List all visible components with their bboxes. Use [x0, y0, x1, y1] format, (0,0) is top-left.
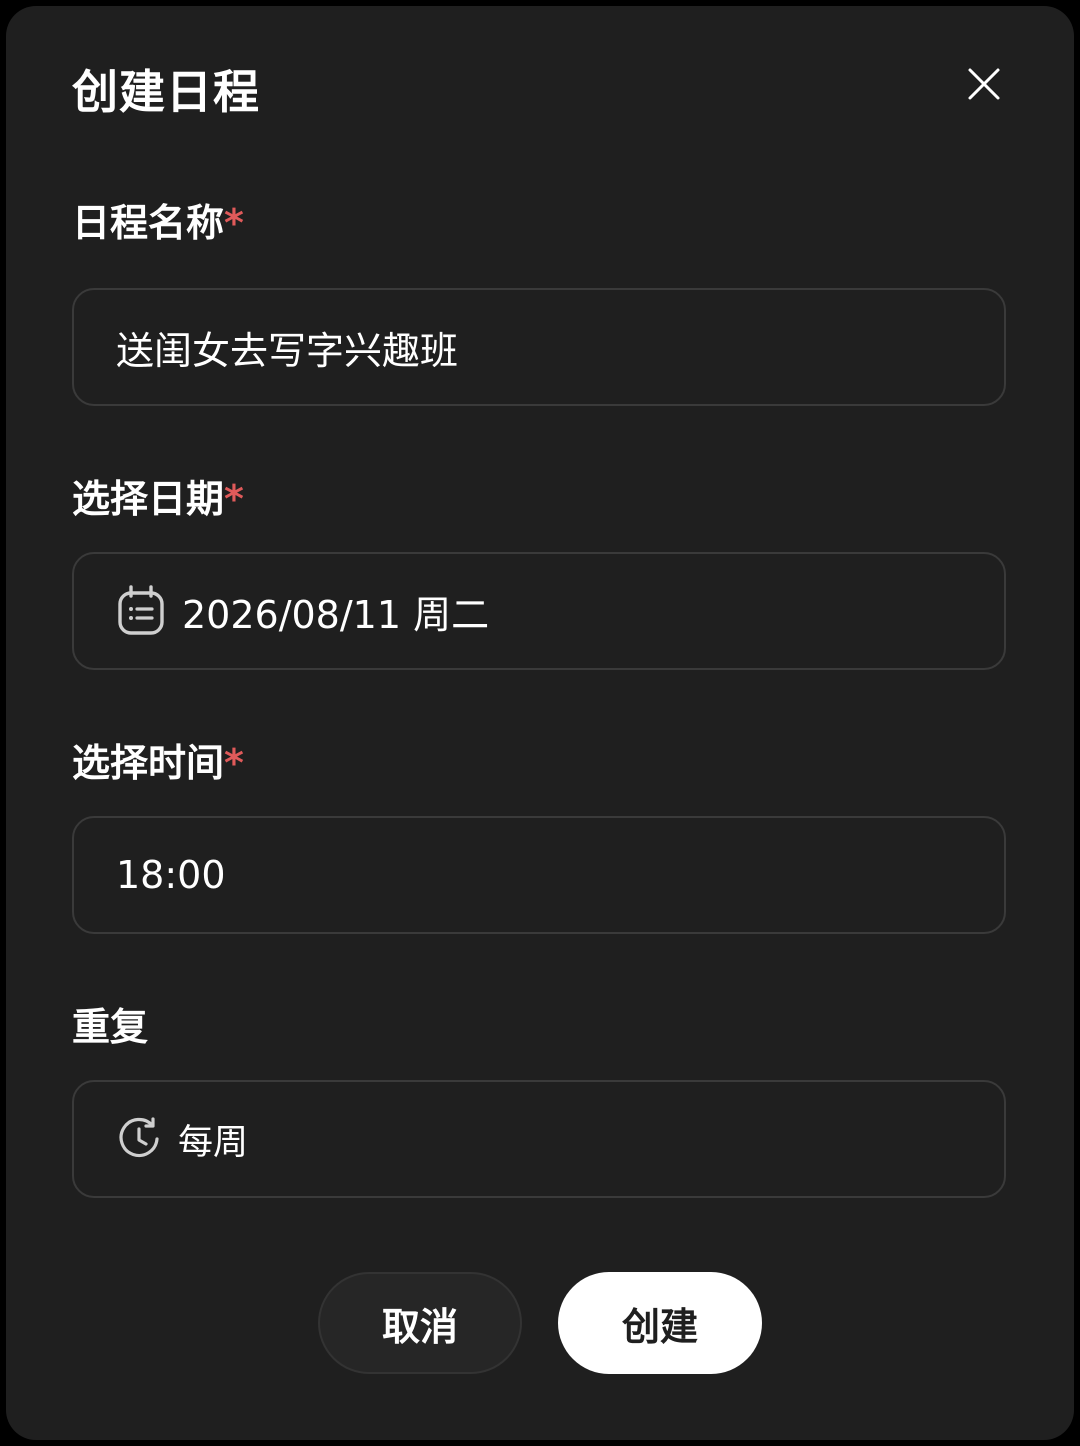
close-icon — [967, 67, 1001, 105]
cancel-button[interactable]: 取消 — [318, 1272, 522, 1374]
date-label: 选择日期* — [72, 474, 244, 524]
create-button[interactable]: 创建 — [558, 1272, 762, 1374]
date-label-text: 选择日期 — [72, 477, 225, 521]
calendar-icon — [116, 585, 166, 637]
time-label: 选择时间* — [72, 738, 244, 788]
repeat-selector[interactable]: 每周 — [72, 1080, 1006, 1198]
date-picker[interactable]: 2026/08/11 周二 — [72, 552, 1006, 670]
time-picker[interactable]: 18:00 — [72, 816, 1006, 934]
time-value: 18:00 — [116, 853, 226, 897]
required-mark: * — [224, 741, 244, 785]
close-button[interactable] — [960, 62, 1008, 110]
repeat-clock-icon — [116, 1116, 162, 1162]
repeat-value: 每周 — [178, 1122, 249, 1163]
dialog-title: 创建日程 — [72, 65, 260, 119]
schedule-name-label-text: 日程名称 — [72, 201, 225, 245]
repeat-label: 重复 — [72, 1005, 149, 1049]
schedule-name-label: 日程名称* — [72, 198, 244, 248]
required-mark: * — [224, 477, 244, 521]
schedule-name-value: 送闺女去写字兴趣班 — [116, 328, 459, 373]
time-label-text: 选择时间 — [72, 741, 225, 785]
create-schedule-dialog: 创建日程 日程名称* 送闺女去写字兴趣班 选择日期* 2026/08/11 周二… — [6, 6, 1074, 1440]
schedule-name-input[interactable]: 送闺女去写字兴趣班 — [72, 288, 1006, 406]
date-value: 2026/08/11 周二 — [182, 592, 490, 637]
required-mark: * — [224, 201, 244, 245]
